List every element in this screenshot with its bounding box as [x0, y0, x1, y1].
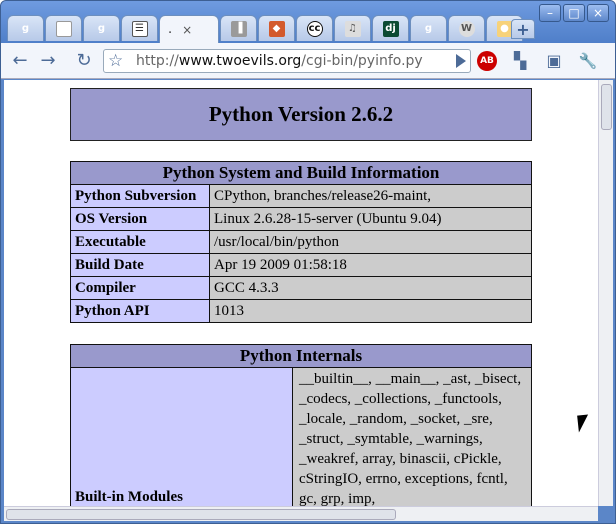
checker-icon: ▚ [513, 51, 527, 70]
table-key: Built-in Modules [70, 367, 293, 506]
page-title: Python Version 2.6.2 [208, 102, 394, 126]
adblock-badge: AB [480, 56, 494, 66]
vertical-scroll-thumb[interactable] [601, 84, 612, 130]
page-menu-icon: ▣ [546, 51, 562, 70]
mouse-pointer-icon [577, 414, 590, 433]
vertical-scrollbar[interactable] [598, 80, 613, 506]
horizontal-scroll-thumb[interactable] [6, 509, 396, 520]
table-value: /usr/local/bin/python [209, 230, 532, 254]
python-version-header: Python Version 2.6.2 [70, 88, 532, 141]
forward-button[interactable]: → [37, 51, 59, 71]
modules-value: __builtin__, __main__, _ast, _bisect, _c… [292, 367, 532, 506]
table-value: Apr 19 2009 01:58:18 [209, 253, 532, 277]
table-key: Compiler [70, 276, 210, 300]
bar-icon: ▐ [230, 20, 247, 37]
tab-4[interactable]: ☰ [121, 15, 158, 41]
close-tab-icon[interactable]: × [182, 23, 192, 37]
blank-page-icon [55, 20, 72, 37]
url-text: http://www.twoevils.org/cgi-bin/pyinfo.p… [136, 53, 423, 69]
url-scheme: http:// [136, 53, 179, 69]
table-key: Python Subversion [70, 184, 210, 208]
internals-table: Python Internals Built-in Modules __buil… [70, 344, 532, 506]
table-key: Build Date [70, 253, 210, 277]
creative-commons-icon: cc [306, 20, 323, 37]
back-button[interactable]: ← [9, 51, 31, 71]
tab-3[interactable]: g [83, 15, 120, 41]
address-bar[interactable]: ☆ http://www.twoevils.org/cgi-bin/pyinfo… [103, 49, 471, 73]
maximize-button[interactable]: □ [563, 4, 585, 22]
browser-toolbar: ← → ↻ ☆ http://www.twoevils.org/cgi-bin/… [1, 43, 615, 79]
url-host: www.twoevils.org [178, 53, 302, 69]
tab-12[interactable]: W [448, 15, 485, 41]
active-tab-title: . [168, 22, 173, 37]
build-info-title: Python System and Build Information [70, 161, 532, 185]
reload-button[interactable]: ↻ [73, 51, 95, 71]
tab-1[interactable]: g [7, 15, 44, 41]
tab-6[interactable]: ▐ [220, 15, 257, 41]
tab-10[interactable]: dj [372, 15, 409, 41]
wrench-menu-button[interactable]: 🔧 [577, 51, 599, 71]
window-controls: – □ × [539, 4, 609, 22]
tab-7[interactable]: ◆ [258, 15, 295, 41]
forward-arrow-icon: → [40, 50, 56, 71]
close-window-button[interactable]: × [587, 4, 609, 22]
horizontal-scrollbar[interactable] [4, 506, 598, 521]
build-info-table: Python System and Build Information Pyth… [70, 161, 532, 323]
face-icon: ◆ [268, 20, 285, 37]
google-icon: g [97, 23, 106, 34]
minimize-button[interactable]: – [539, 4, 561, 22]
bookmark-star-icon[interactable]: ☆ [108, 51, 123, 71]
google-icon: g [424, 23, 433, 34]
extension-icon[interactable]: ▚ [509, 51, 531, 71]
url-path: /cgi-bin/pyinfo.py [301, 53, 423, 69]
django-icon: dj [382, 20, 399, 37]
page-menu-button[interactable]: ▣ [543, 51, 565, 71]
table-value: GCC 4.3.3 [209, 276, 532, 300]
table-key: OS Version [70, 207, 210, 231]
tab-11[interactable]: g [410, 15, 447, 41]
tab-9[interactable]: ♫ [334, 15, 371, 41]
go-arrow-icon[interactable] [456, 54, 466, 68]
tab-active[interactable]: . × [159, 15, 219, 43]
internals-title: Python Internals [70, 344, 532, 368]
back-arrow-icon: ← [12, 50, 28, 71]
wrench-icon: 🔧 [578, 52, 598, 70]
document-icon: ☰ [131, 20, 148, 37]
title-bar: g g ☰ . × ▐ ◆ cc ♫ dj g W ● + – □ × [1, 1, 615, 43]
table-key: Executable [70, 230, 210, 254]
browser-window: g g ☰ . × ▐ ◆ cc ♫ dj g W ● + – □ × ← → … [0, 0, 616, 524]
table-value: CPython, branches/release26-maint, [209, 184, 532, 208]
page-content: Python Version 2.6.2 Python System and B… [4, 80, 598, 506]
google-icon: g [21, 23, 30, 34]
ghost-icon: ♫ [344, 20, 361, 37]
table-key: Python API [70, 299, 210, 323]
reload-icon: ↻ [76, 50, 92, 71]
tab-8[interactable]: cc [296, 15, 333, 41]
tab-2[interactable] [45, 15, 82, 41]
wordpress-icon: W [458, 20, 475, 37]
adblock-icon[interactable]: AB [477, 51, 497, 71]
table-value: Linux 2.6.28-15-server (Ubuntu 9.04) [209, 207, 532, 231]
table-value: 1013 [209, 299, 532, 323]
new-tab-button[interactable]: + [511, 19, 535, 39]
tab-strip: g g ☰ . × ▐ ◆ cc ♫ dj g W ● [7, 15, 523, 43]
